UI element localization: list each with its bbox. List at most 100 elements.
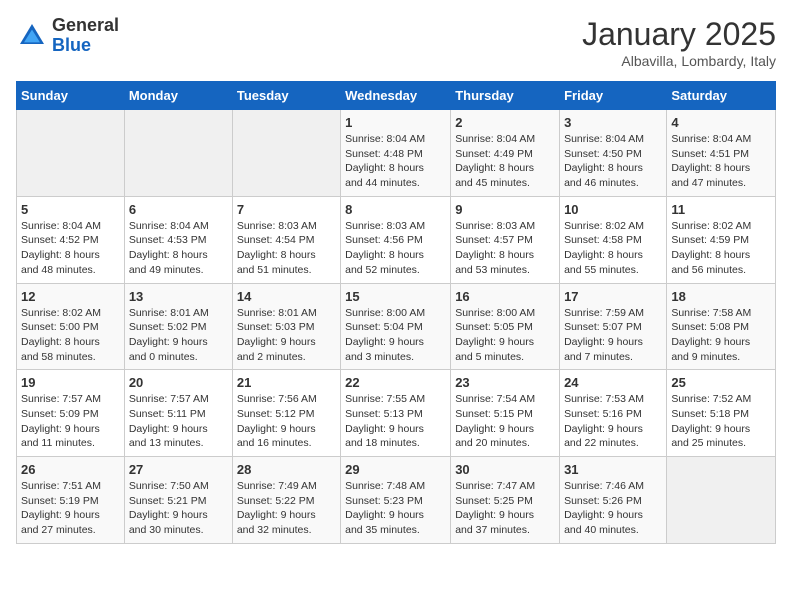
calendar-cell — [667, 457, 776, 544]
day-number: 9 — [455, 202, 555, 217]
calendar-cell: 12 Sunrise: 8:02 AM Sunset: 5:00 PM Dayli… — [17, 283, 125, 370]
day-number: 1 — [345, 115, 446, 130]
day-number: 27 — [129, 462, 228, 477]
day-info: Sunrise: 8:04 AM Sunset: 4:48 PM Dayligh… — [345, 132, 446, 191]
day-info: Sunrise: 8:01 AM Sunset: 5:03 PM Dayligh… — [237, 306, 336, 365]
day-number: 17 — [564, 289, 662, 304]
day-number: 30 — [455, 462, 555, 477]
day-number: 10 — [564, 202, 662, 217]
calendar-cell: 18 Sunrise: 7:58 AM Sunset: 5:08 PM Dayli… — [667, 283, 776, 370]
day-number: 6 — [129, 202, 228, 217]
calendar-cell: 6 Sunrise: 8:04 AM Sunset: 4:53 PM Daylig… — [124, 196, 232, 283]
calendar-cell: 2Sunrise: 8:04 AM Sunset: 4:49 PM Daylig… — [451, 110, 560, 197]
calendar-cell: 21 Sunrise: 7:56 AM Sunset: 5:12 PM Dayli… — [232, 370, 340, 457]
calendar-cell: 16 Sunrise: 8:00 AM Sunset: 5:05 PM Dayli… — [451, 283, 560, 370]
calendar-cell: 31Sunrise: 7:46 AM Sunset: 5:26 PM Dayli… — [560, 457, 667, 544]
weekday-header-row: SundayMondayTuesdayWednesdayThursdayFrid… — [17, 82, 776, 110]
day-info: Sunrise: 8:02 AM Sunset: 4:59 PM Dayligh… — [671, 219, 771, 278]
day-number: 18 — [671, 289, 771, 304]
calendar: SundayMondayTuesdayWednesdayThursdayFrid… — [16, 81, 776, 544]
day-info: Sunrise: 8:04 AM Sunset: 4:53 PM Dayligh… — [129, 219, 228, 278]
weekday-header-monday: Monday — [124, 82, 232, 110]
calendar-cell: 30 Sunrise: 7:47 AM Sunset: 5:25 PM Dayli… — [451, 457, 560, 544]
day-number: 26 — [21, 462, 120, 477]
weekday-header-sunday: Sunday — [17, 82, 125, 110]
week-row-3: 12 Sunrise: 8:02 AM Sunset: 5:00 PM Dayli… — [17, 283, 776, 370]
month-title: January 2025 — [582, 16, 776, 53]
calendar-cell: 27 Sunrise: 7:50 AM Sunset: 5:21 PM Dayli… — [124, 457, 232, 544]
day-info: Sunrise: 8:04 AM Sunset: 4:49 PM Dayligh… — [455, 132, 555, 191]
calendar-cell: 3 Sunrise: 8:04 AM Sunset: 4:50 PM Daylig… — [560, 110, 667, 197]
calendar-cell: 20Sunrise: 7:57 AM Sunset: 5:11 PM Dayli… — [124, 370, 232, 457]
weekday-header-wednesday: Wednesday — [341, 82, 451, 110]
day-info: Sunrise: 8:04 AM Sunset: 4:52 PM Dayligh… — [21, 219, 120, 278]
day-info: Sunrise: 8:00 AM Sunset: 5:05 PM Dayligh… — [455, 306, 555, 365]
location: Albavilla, Lombardy, Italy — [582, 53, 776, 69]
day-info: Sunrise: 8:03 AM Sunset: 4:57 PM Dayligh… — [455, 219, 555, 278]
calendar-cell: 19Sunrise: 7:57 AM Sunset: 5:09 PM Dayli… — [17, 370, 125, 457]
day-info: Sunrise: 8:04 AM Sunset: 4:50 PM Dayligh… — [564, 132, 662, 191]
day-info: Sunrise: 7:56 AM Sunset: 5:12 PM Dayligh… — [237, 392, 336, 451]
calendar-cell: 22 Sunrise: 7:55 AM Sunset: 5:13 PM Dayli… — [341, 370, 451, 457]
day-info: Sunrise: 7:47 AM Sunset: 5:25 PM Dayligh… — [455, 479, 555, 538]
day-info: Sunrise: 8:02 AM Sunset: 5:00 PM Dayligh… — [21, 306, 120, 365]
day-info: Sunrise: 7:54 AM Sunset: 5:15 PM Dayligh… — [455, 392, 555, 451]
day-number: 16 — [455, 289, 555, 304]
calendar-cell: 25 Sunrise: 7:52 AM Sunset: 5:18 PM Dayli… — [667, 370, 776, 457]
day-info: Sunrise: 7:55 AM Sunset: 5:13 PM Dayligh… — [345, 392, 446, 451]
weekday-header-friday: Friday — [560, 82, 667, 110]
day-number: 28 — [237, 462, 336, 477]
week-row-4: 19Sunrise: 7:57 AM Sunset: 5:09 PM Dayli… — [17, 370, 776, 457]
weekday-header-tuesday: Tuesday — [232, 82, 340, 110]
week-row-1: 1 Sunrise: 8:04 AM Sunset: 4:48 PM Daylig… — [17, 110, 776, 197]
week-row-2: 5Sunrise: 8:04 AM Sunset: 4:52 PM Daylig… — [17, 196, 776, 283]
calendar-cell: 28 Sunrise: 7:49 AM Sunset: 5:22 PM Dayli… — [232, 457, 340, 544]
day-number: 13 — [129, 289, 228, 304]
calendar-cell — [17, 110, 125, 197]
day-info: Sunrise: 8:02 AM Sunset: 4:58 PM Dayligh… — [564, 219, 662, 278]
calendar-cell: 24 Sunrise: 7:53 AM Sunset: 5:16 PM Dayli… — [560, 370, 667, 457]
calendar-cell: 1 Sunrise: 8:04 AM Sunset: 4:48 PM Daylig… — [341, 110, 451, 197]
calendar-cell: 10 Sunrise: 8:02 AM Sunset: 4:58 PM Dayli… — [560, 196, 667, 283]
logo-blue: Blue — [52, 36, 119, 56]
page-header: General Blue January 2025 Albavilla, Lom… — [16, 16, 776, 69]
day-info: Sunrise: 7:50 AM Sunset: 5:21 PM Dayligh… — [129, 479, 228, 538]
day-info: Sunrise: 7:53 AM Sunset: 5:16 PM Dayligh… — [564, 392, 662, 451]
day-number: 12 — [21, 289, 120, 304]
day-number: 22 — [345, 375, 446, 390]
day-number: 25 — [671, 375, 771, 390]
day-info: Sunrise: 8:00 AM Sunset: 5:04 PM Dayligh… — [345, 306, 446, 365]
day-info: Sunrise: 8:03 AM Sunset: 4:56 PM Dayligh… — [345, 219, 446, 278]
day-info: Sunrise: 7:58 AM Sunset: 5:08 PM Dayligh… — [671, 306, 771, 365]
calendar-cell: 5Sunrise: 8:04 AM Sunset: 4:52 PM Daylig… — [17, 196, 125, 283]
day-number: 21 — [237, 375, 336, 390]
day-info: Sunrise: 8:01 AM Sunset: 5:02 PM Dayligh… — [129, 306, 228, 365]
day-info: Sunrise: 7:49 AM Sunset: 5:22 PM Dayligh… — [237, 479, 336, 538]
day-info: Sunrise: 8:04 AM Sunset: 4:51 PM Dayligh… — [671, 132, 771, 191]
calendar-cell: 11 Sunrise: 8:02 AM Sunset: 4:59 PM Dayli… — [667, 196, 776, 283]
calendar-cell: 13 Sunrise: 8:01 AM Sunset: 5:02 PM Dayli… — [124, 283, 232, 370]
day-number: 7 — [237, 202, 336, 217]
day-number: 8 — [345, 202, 446, 217]
calendar-cell: 15Sunrise: 8:00 AM Sunset: 5:04 PM Dayli… — [341, 283, 451, 370]
day-number: 11 — [671, 202, 771, 217]
calendar-cell: 23Sunrise: 7:54 AM Sunset: 5:15 PM Dayli… — [451, 370, 560, 457]
calendar-cell: 17Sunrise: 7:59 AM Sunset: 5:07 PM Dayli… — [560, 283, 667, 370]
day-number: 3 — [564, 115, 662, 130]
day-info: Sunrise: 7:52 AM Sunset: 5:18 PM Dayligh… — [671, 392, 771, 451]
calendar-cell: 8 Sunrise: 8:03 AM Sunset: 4:56 PM Daylig… — [341, 196, 451, 283]
calendar-cell — [124, 110, 232, 197]
day-info: Sunrise: 8:03 AM Sunset: 4:54 PM Dayligh… — [237, 219, 336, 278]
calendar-cell — [232, 110, 340, 197]
logo-text: General Blue — [52, 16, 119, 56]
day-number: 19 — [21, 375, 120, 390]
calendar-cell: 14 Sunrise: 8:01 AM Sunset: 5:03 PM Dayli… — [232, 283, 340, 370]
day-number: 24 — [564, 375, 662, 390]
calendar-cell: 9 Sunrise: 8:03 AM Sunset: 4:57 PM Daylig… — [451, 196, 560, 283]
calendar-cell: 29Sunrise: 7:48 AM Sunset: 5:23 PM Dayli… — [341, 457, 451, 544]
day-number: 14 — [237, 289, 336, 304]
day-number: 29 — [345, 462, 446, 477]
logo-icon — [16, 20, 48, 52]
day-number: 4 — [671, 115, 771, 130]
day-number: 20 — [129, 375, 228, 390]
